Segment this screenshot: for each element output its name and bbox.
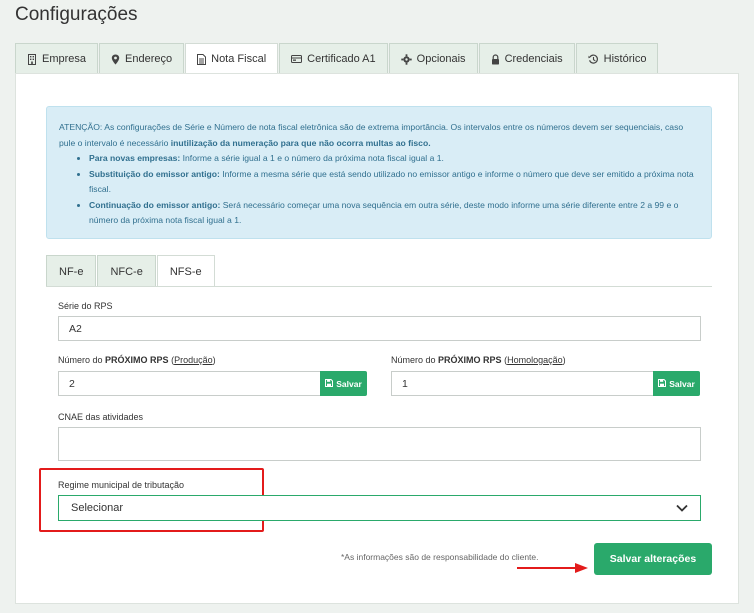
alert-text-bold: inutilização da numeração para que não o… — [170, 137, 431, 148]
save-changes-button[interactable]: Salvar alterações — [594, 543, 712, 575]
tab-empresa[interactable]: Empresa — [15, 43, 99, 74]
tab-label: Endereço — [125, 53, 173, 65]
chevron-down-icon — [676, 504, 688, 512]
arrow-right-icon — [517, 563, 588, 573]
tab-opcionais[interactable]: Opcionais — [388, 43, 478, 74]
settings-tabs: Empresa Endereço Nota Fiscal Certificado… — [15, 43, 659, 74]
page-title: Configurações — [15, 4, 138, 25]
alert-title: ATENÇÃO: — [59, 122, 103, 132]
num-producao-label: Número do PRÓXIMO RPS (Produção) — [58, 355, 216, 365]
serie-input[interactable]: A2 — [58, 316, 701, 341]
tab-nfse[interactable]: NFS-e — [156, 255, 215, 287]
regime-select[interactable]: Selecionar — [58, 495, 701, 521]
alert-list: Para novas empresas: Informe a série igu… — [59, 151, 699, 229]
regime-label: Regime municipal de tributação — [58, 480, 185, 490]
tabs-divider — [46, 286, 712, 287]
num-homologacao-input[interactable]: 1 — [391, 371, 654, 396]
building-icon — [27, 53, 37, 65]
responsibility-note: *As informações são de responsabilidade … — [341, 552, 539, 562]
tab-label: Opcionais — [416, 53, 466, 65]
gear-icon — [400, 53, 412, 65]
floppy-icon — [325, 378, 334, 389]
floppy-icon — [658, 378, 667, 389]
tab-certificado-a1[interactable]: Certificado A1 — [279, 43, 388, 74]
save-label: Salvar — [669, 378, 695, 389]
save-label: Salvar — [336, 378, 362, 389]
tab-label: Certificado A1 — [307, 53, 376, 65]
tab-label: Empresa — [42, 53, 87, 65]
attention-alert: ATENÇÃO: As configurações de Série e Núm… — [46, 106, 712, 239]
tab-endereco[interactable]: Endereço — [99, 43, 185, 74]
document-icon — [197, 53, 207, 65]
lock-icon — [491, 53, 500, 65]
history-icon — [588, 54, 599, 65]
tab-label: Histórico — [603, 53, 647, 65]
map-pin-icon — [111, 54, 120, 65]
alert-item: Substituição do emissor antigo: Informe … — [89, 167, 699, 198]
tab-credenciais[interactable]: Credenciais — [478, 43, 575, 74]
serie-label: Série do RPS — [58, 301, 113, 311]
tab-nfce[interactable]: NFC-e — [97, 255, 156, 287]
cnae-input[interactable] — [58, 427, 701, 461]
alert-intro: ATENÇÃO: As configurações de Série e Núm… — [59, 120, 699, 151]
document-type-tabs: NF-e NFC-e NFS-e — [46, 255, 216, 287]
alert-item-text: Informe a série igual a 1 e o número da … — [182, 153, 444, 163]
tab-nota-fiscal[interactable]: Nota Fiscal — [185, 43, 279, 74]
regime-selected-value: Selecionar — [71, 502, 123, 514]
alert-item: Continuação do emissor antigo: Será nece… — [89, 198, 699, 229]
cnae-label: CNAE das atividades — [58, 412, 144, 422]
alert-item-title: Continuação do emissor antigo: — [89, 199, 221, 210]
alert-item: Para novas empresas: Informe a série igu… — [89, 151, 699, 167]
alert-item-title: Substituição do emissor antigo: — [89, 168, 220, 179]
nota-fiscal-panel: ATENÇÃO: As configurações de Série e Núm… — [15, 73, 739, 604]
tab-label: Credenciais — [504, 53, 563, 65]
tab-nfe[interactable]: NF-e — [46, 255, 97, 287]
tab-historico[interactable]: Histórico — [575, 43, 659, 74]
save-producao-button[interactable]: Salvar — [320, 371, 367, 396]
num-homologacao-label: Número do PRÓXIMO RPS (Homologação) — [391, 355, 566, 365]
save-homologacao-button[interactable]: Salvar — [653, 371, 700, 396]
tab-label: Nota Fiscal — [211, 53, 267, 65]
num-producao-input[interactable]: 2 — [58, 371, 321, 396]
certificate-icon — [291, 54, 303, 64]
alert-item-title: Para novas empresas: — [89, 153, 181, 163]
